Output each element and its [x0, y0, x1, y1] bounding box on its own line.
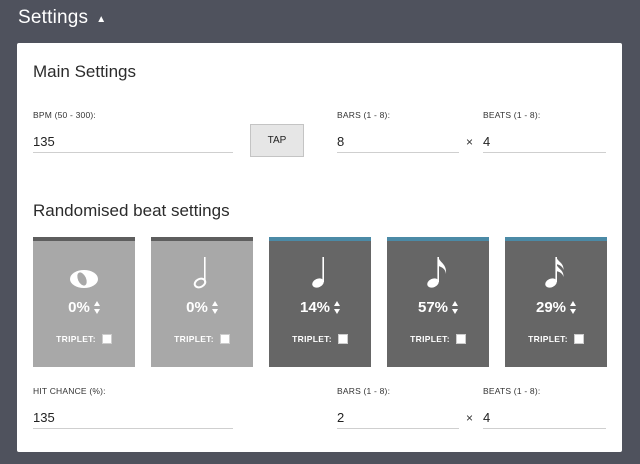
note-tile-half: 0% TRIPLET:: [151, 237, 253, 367]
percent-stepper[interactable]: [211, 301, 218, 314]
bpm-input[interactable]: [33, 131, 233, 153]
triplet-checkbox[interactable]: [455, 334, 466, 344]
beats-label: BEATS (1 - 8):: [483, 110, 541, 120]
hit-chance-label: HIT CHANCE (%):: [33, 386, 106, 396]
note-tile-quarter: 14% TRIPLET:: [269, 237, 371, 367]
triplet-label: TRIPLET:: [528, 334, 568, 344]
triplet-label: TRIPLET:: [410, 334, 450, 344]
percent-value: 29%: [535, 299, 567, 316]
sixteenth-note-icon: [505, 255, 607, 289]
caret-up-icon: ▲: [96, 13, 107, 25]
hit-chance-input[interactable]: [33, 407, 233, 429]
note-tile-whole: 0% TRIPLET:: [33, 237, 135, 367]
triplet-label: TRIPLET:: [292, 334, 332, 344]
bpm-label: BPM (50 - 300):: [33, 110, 96, 120]
triplet-checkbox[interactable]: [573, 334, 584, 344]
half-note-icon: [151, 255, 253, 289]
random-beats-label: BEATS (1 - 8):: [483, 386, 541, 396]
main-settings-title: Main Settings: [33, 62, 136, 81]
percent-value: 0%: [186, 299, 208, 316]
eighth-note-icon: [387, 255, 489, 289]
note-tile-sixteenth: 29% TRIPLET:: [505, 237, 607, 367]
random-beats-input[interactable]: [483, 407, 606, 429]
triplet-label: TRIPLET:: [174, 334, 214, 344]
settings-title: Settings: [18, 7, 89, 28]
whole-note-icon: [33, 255, 135, 289]
random-bars-label: BARS (1 - 8):: [337, 386, 391, 396]
percent-value: 14%: [299, 299, 331, 316]
percent-value: 0%: [68, 299, 90, 316]
triplet-checkbox[interactable]: [101, 334, 112, 344]
bars-label: BARS (1 - 8):: [337, 110, 391, 120]
bars-input[interactable]: [337, 131, 459, 153]
percent-stepper[interactable]: [93, 301, 100, 314]
settings-panel: Main Settings BPM (50 - 300): TAP BARS (…: [17, 43, 622, 452]
triplet-label: TRIPLET:: [56, 334, 96, 344]
tap-button[interactable]: TAP: [250, 124, 304, 157]
settings-toggle[interactable]: Settings ▲: [18, 6, 106, 30]
percent-stepper[interactable]: [334, 301, 341, 314]
times-sign: ×: [466, 135, 474, 149]
percent-stepper[interactable]: [452, 301, 459, 314]
triplet-checkbox[interactable]: [337, 334, 348, 344]
random-times-sign: ×: [466, 411, 474, 425]
randomised-settings-title: Randomised beat settings: [33, 201, 230, 220]
triplet-checkbox[interactable]: [219, 334, 230, 344]
quarter-note-icon: [269, 255, 371, 289]
beats-input[interactable]: [483, 131, 606, 153]
note-tile-eighth: 57% TRIPLET:: [387, 237, 489, 367]
note-tiles: 0% TRIPLET: 0% TRIPLET: 14% TRIPLET: 57%…: [33, 237, 607, 367]
percent-stepper[interactable]: [570, 301, 577, 314]
random-bars-input[interactable]: [337, 407, 459, 429]
percent-value: 57%: [417, 299, 449, 316]
